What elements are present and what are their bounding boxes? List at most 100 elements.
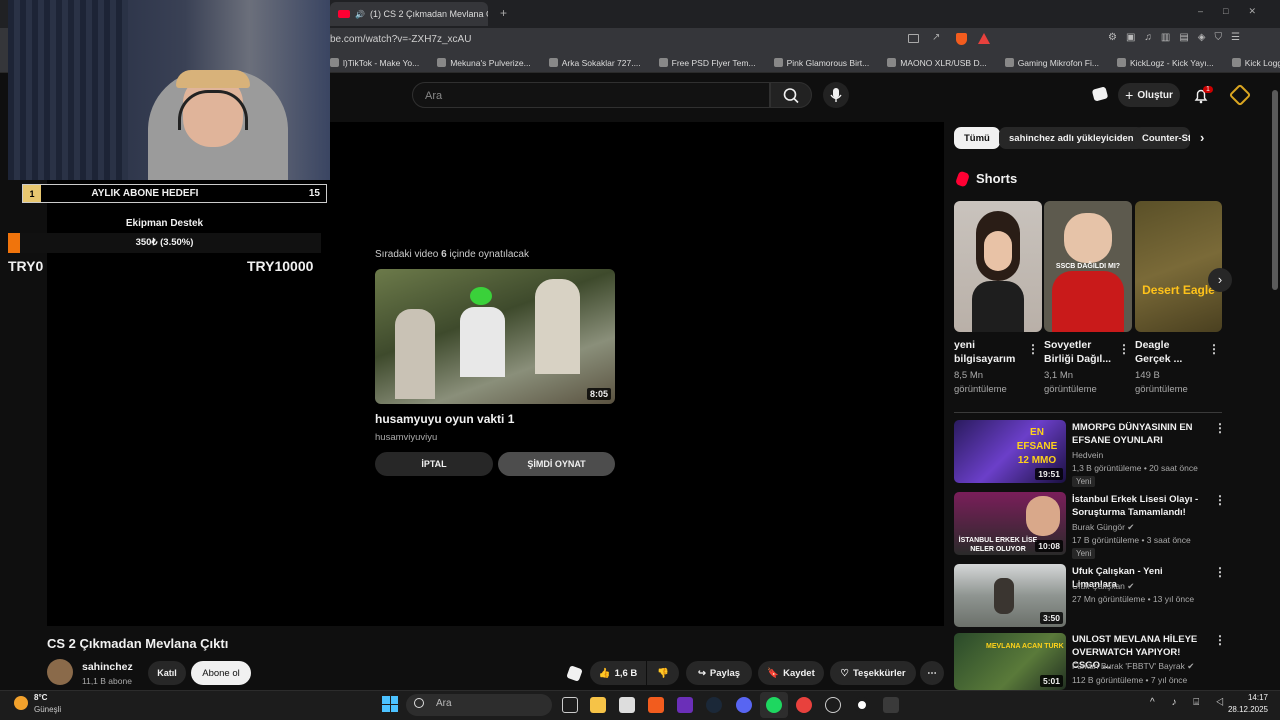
share-icon: ↪	[697, 667, 706, 679]
rec-channel[interactable]: Burak Güngör ✔	[1072, 522, 1134, 533]
bookmark-item[interactable]: Kick Logger Dashbo...	[1231, 58, 1280, 68]
short-menu-icon[interactable]: ⋮	[1208, 342, 1220, 356]
share-page-icon[interactable]: ↗	[932, 32, 940, 43]
task-view-icon[interactable]	[562, 697, 578, 713]
subscribe-button[interactable]: Abone ol	[191, 661, 251, 685]
up-next-thumbnail[interactable]: 8:05	[375, 269, 615, 404]
brave-browser-icon[interactable]	[648, 697, 664, 713]
file-explorer-icon[interactable]	[590, 697, 606, 713]
bookmark-favicon-icon	[1004, 58, 1014, 67]
more-actions-button[interactable]: ⋯	[920, 661, 944, 685]
url-field[interactable]: be.com/watch?v=-ZXH7z_xcAU	[330, 34, 471, 45]
like-button[interactable]: 👍 1,6 B	[590, 661, 646, 685]
bookmark-item[interactable]: Pink Glamorous Birt...	[773, 58, 869, 68]
channel-avatar[interactable]	[47, 659, 73, 685]
bookmark-item[interactable]: Arka Sokaklar 727....	[548, 58, 641, 68]
store-icon[interactable]	[619, 697, 635, 713]
bookmark-item[interactable]: MAONO XLR/USB D...	[887, 58, 987, 68]
rec-channel[interactable]: Furkan Burak 'FBBTV' Bayrak ✔	[1072, 661, 1194, 672]
taskbar-search[interactable]: Ara	[406, 694, 552, 716]
rec-thumbnail[interactable]: EN EFSANE 12 MMO 19:51	[954, 420, 1066, 483]
discord-icon[interactable]	[736, 697, 752, 713]
rec-menu-icon[interactable]: ⋮	[1214, 565, 1226, 579]
ai-summary-icon[interactable]	[566, 665, 583, 682]
play-now-button[interactable]: ŞİMDİ OYNAT	[498, 452, 615, 476]
bookmark-item[interactable]: Mekuna's Pulverize...	[437, 58, 531, 68]
rec-menu-icon[interactable]: ⋮	[1214, 493, 1226, 507]
bookmark-item[interactable]: Free PSD Flyer Tem...	[658, 58, 756, 68]
window-controls[interactable]: –□✕	[1198, 6, 1276, 17]
channel-name[interactable]: sahinchez	[82, 661, 133, 673]
chip-from-uploader[interactable]: sahinchez adlı yükleyiciden	[999, 127, 1144, 149]
short-title[interactable]: yeni bilgisayarım	[954, 338, 1024, 366]
dislike-button[interactable]: 👎	[647, 661, 679, 685]
weather-temp[interactable]: 8°C	[34, 693, 47, 702]
rec-thumbnail[interactable]: İSTANBUL ERKEK LİSE NELER OLUYOR 10:08	[954, 492, 1066, 555]
app-icon-dark[interactable]	[883, 697, 899, 713]
verified-icon: ✔	[1187, 661, 1195, 671]
bookmark-item[interactable]: Gaming Mikrofon Fi...	[1004, 58, 1099, 68]
chat-app-icon[interactable]	[825, 697, 841, 713]
bookmark-item[interactable]: KickLogz - Kick Yayı...	[1116, 58, 1214, 68]
search-button[interactable]	[770, 82, 812, 108]
save-button[interactable]: 🔖 Kaydet	[758, 661, 824, 685]
short-menu-icon[interactable]: ⋮	[1118, 342, 1130, 356]
short-thumbnail[interactable]: Desert Eagle	[1135, 201, 1222, 332]
clock-time[interactable]: 14:17	[1226, 693, 1268, 702]
brave-shield-icon[interactable]	[956, 33, 967, 45]
chip-counter-strike[interactable]: Counter-St	[1134, 127, 1190, 149]
account-avatar[interactable]	[1228, 83, 1252, 107]
short-views: 149 Bgörüntüleme	[1135, 370, 1188, 395]
rec-menu-icon[interactable]: ⋮	[1214, 633, 1226, 647]
voice-search-button[interactable]	[823, 82, 849, 108]
rec-channel[interactable]: Ufuk Çalışkan ✔	[1072, 581, 1134, 592]
short-thumb-text: SSCB DAĞILDI MI?	[1055, 263, 1121, 270]
toolbar-extension-icons[interactable]: ⚙▣♫▥▤◈⛉☰	[1108, 32, 1249, 43]
bookmark-item[interactable]: l)TikTok - Make Yo...	[330, 58, 419, 68]
gamepad-icon[interactable]	[1091, 86, 1109, 102]
rec-thumb-text: İSTANBUL ERKEK LİSE NELER OLUYOR	[958, 537, 1038, 553]
cancel-autoplay-button[interactable]: İPTAL	[375, 452, 493, 476]
short-menu-icon[interactable]: ⋮	[1027, 342, 1039, 356]
shorts-next-button[interactable]: ›	[1208, 268, 1232, 292]
thanks-button[interactable]: ♡ Teşekkürler	[830, 661, 916, 685]
share-button[interactable]: ↪ Paylaş	[686, 661, 752, 685]
short-title[interactable]: Sovyetler Birliği Dağıl...	[1044, 338, 1114, 366]
donation-progress-bar: 350₺ (3.50%)	[8, 233, 321, 253]
obs-icon[interactable]	[854, 697, 870, 713]
page-scrollbar[interactable]	[1272, 90, 1278, 290]
up-next-channel[interactable]: husamviyuviyu	[375, 432, 437, 443]
clock-date[interactable]: 28.12.2025	[1216, 705, 1268, 714]
bookmark-favicon-icon	[773, 58, 783, 67]
browser-tab[interactable]: 🔊 (1) CS 2 Çıkmadan Mevlana Ç ✕	[330, 2, 488, 26]
new-tab-button[interactable]: +	[500, 6, 507, 20]
youtube-favicon-icon	[338, 10, 350, 18]
app-icon-red[interactable]	[796, 697, 812, 713]
bookmark-favicon-icon	[548, 58, 558, 67]
brave-rewards-icon[interactable]	[978, 33, 990, 44]
nzxt-icon[interactable]	[677, 697, 693, 713]
create-button[interactable]: + Oluştur	[1118, 83, 1180, 107]
windows-start-icon[interactable]	[382, 696, 398, 712]
up-next-duration: 8:05	[586, 388, 611, 400]
rec-thumbnail[interactable]: 3:50	[954, 564, 1066, 627]
join-button[interactable]: Katıl	[148, 661, 186, 685]
rec-meta: 17 B görüntüleme • 3 saat önce	[1072, 535, 1191, 545]
chips-next-chevron-icon[interactable]: ›	[1200, 130, 1204, 145]
bookmark-favicon-icon	[1116, 58, 1126, 67]
rec-title[interactable]: İstanbul Erkek Lisesi Olayı - Soruşturma…	[1072, 493, 1207, 519]
spotify-icon[interactable]	[766, 697, 782, 713]
rec-thumbnail[interactable]: MEVLANA ACAN TURK 5:01	[954, 633, 1066, 690]
steam-icon[interactable]	[706, 697, 722, 713]
rec-channel[interactable]: Hedvein	[1072, 450, 1103, 460]
search-input[interactable]: Ara	[412, 82, 770, 108]
weather-desc[interactable]: Güneşli	[34, 705, 61, 714]
rec-title[interactable]: MMORPG DÜNYASININ EN EFSANE OYUNLARI	[1072, 421, 1207, 447]
chip-all[interactable]: Tümü	[954, 127, 1000, 149]
cast-icon[interactable]	[908, 34, 919, 43]
rec-menu-icon[interactable]: ⋮	[1214, 421, 1226, 435]
up-next-title[interactable]: husamyuyu oyun vakti 1	[375, 412, 514, 426]
short-thumbnail[interactable]	[954, 201, 1042, 332]
short-thumbnail[interactable]: SSCB DAĞILDI MI?	[1044, 201, 1132, 332]
short-title[interactable]: Deagle Gerçek ...	[1135, 338, 1205, 366]
